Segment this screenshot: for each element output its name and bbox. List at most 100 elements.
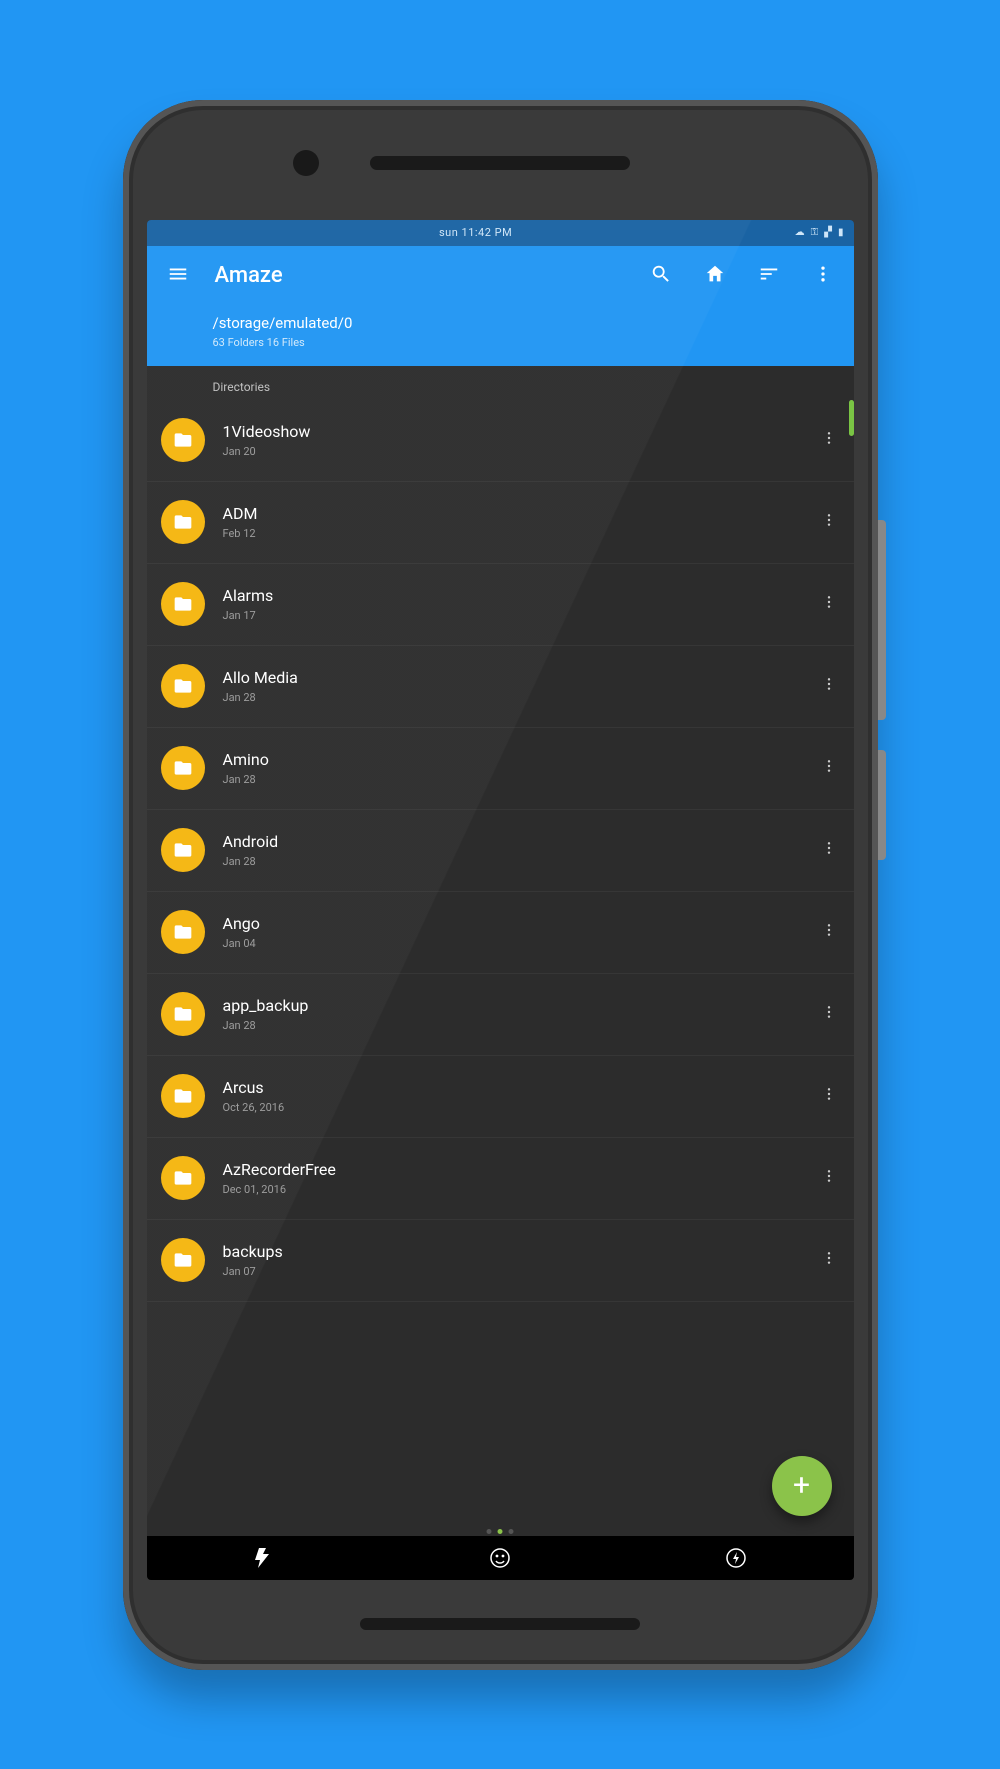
- item-overflow-button[interactable]: [814, 1086, 844, 1106]
- key-icon: ⚿: [811, 227, 819, 238]
- phone-side-button: [878, 750, 886, 860]
- list-item-meta: Ango Jan 04: [223, 914, 814, 950]
- more-vert-icon: [821, 1251, 837, 1270]
- folder-name: Allo Media: [223, 668, 814, 687]
- folder-name: Ango: [223, 914, 814, 933]
- more-vert-icon: [821, 513, 837, 532]
- folder-name: 1Videoshow: [223, 422, 814, 441]
- folder-icon: [161, 664, 205, 708]
- home-icon: [704, 263, 726, 289]
- folder-name: Amino: [223, 750, 814, 769]
- item-overflow-button[interactable]: [814, 1250, 844, 1270]
- folder-name: AzRecorderFree: [223, 1160, 814, 1179]
- folder-date: Jan 28: [223, 1019, 814, 1032]
- sort-icon: [758, 263, 780, 289]
- folder-date: Oct 26, 2016: [223, 1101, 814, 1114]
- list-item[interactable]: Android Jan 28: [147, 810, 854, 892]
- item-overflow-button[interactable]: [814, 1004, 844, 1024]
- folder-name: Alarms: [223, 586, 814, 605]
- phone-speaker-top: [370, 156, 630, 170]
- status-icons: ☁ ⚿ ▞ ▮: [795, 227, 844, 238]
- list-item-meta: app_backup Jan 28: [223, 996, 814, 1032]
- folder-icon: [161, 992, 205, 1036]
- folder-date: Jan 04: [223, 937, 814, 950]
- item-overflow-button[interactable]: [814, 676, 844, 696]
- menu-button[interactable]: [161, 259, 195, 293]
- folder-date: Jan 28: [223, 691, 814, 704]
- more-vert-icon: [821, 431, 837, 450]
- folder-icon: [161, 1074, 205, 1118]
- folder-icon: [161, 1156, 205, 1200]
- more-vert-icon: [813, 264, 833, 288]
- bottom-nav-flash[interactable]: [252, 1546, 276, 1570]
- folder-name: app_backup: [223, 996, 814, 1015]
- section-header-directories: Directories: [147, 366, 854, 400]
- folder-icon: [161, 1238, 205, 1282]
- bottom-nav-bolt[interactable]: [724, 1546, 748, 1570]
- item-overflow-button[interactable]: [814, 594, 844, 614]
- list-item[interactable]: Amino Jan 28: [147, 728, 854, 810]
- bottom-nav-face[interactable]: [488, 1546, 512, 1570]
- cloud-icon: ☁: [795, 227, 805, 238]
- list-item[interactable]: app_backup Jan 28: [147, 974, 854, 1056]
- list-item[interactable]: backups Jan 07: [147, 1220, 854, 1302]
- list-item[interactable]: AzRecorderFree Dec 01, 2016: [147, 1138, 854, 1220]
- list-item[interactable]: 1Videoshow Jan 20: [147, 400, 854, 482]
- folder-file-count: 63 Folders 16 Files: [213, 336, 840, 349]
- list-item[interactable]: ADM Feb 12: [147, 482, 854, 564]
- more-vert-icon: [821, 1005, 837, 1024]
- folder-icon: [161, 500, 205, 544]
- list-item[interactable]: Arcus Oct 26, 2016: [147, 1056, 854, 1138]
- item-overflow-button[interactable]: [814, 512, 844, 532]
- list-item-meta: backups Jan 07: [223, 1242, 814, 1278]
- hamburger-icon: [167, 263, 189, 289]
- item-overflow-button[interactable]: [814, 922, 844, 942]
- folder-icon: [161, 828, 205, 872]
- app-bar: Amaze: [147, 246, 854, 306]
- phone-frame: sun 11:42 PM ☁ ⚿ ▞ ▮ Amaze: [123, 100, 878, 1670]
- path-bar[interactable]: /storage/emulated/0 63 Folders 16 Files: [147, 306, 854, 366]
- folder-date: Jan 07: [223, 1265, 814, 1278]
- fab-add-button[interactable]: +: [772, 1456, 832, 1516]
- item-overflow-button[interactable]: [814, 1168, 844, 1188]
- more-vert-icon: [821, 595, 837, 614]
- list-item-meta: 1Videoshow Jan 20: [223, 422, 814, 458]
- list-item-meta: ADM Feb 12: [223, 504, 814, 540]
- folder-icon: [161, 418, 205, 462]
- folder-name: ADM: [223, 504, 814, 523]
- list-item[interactable]: Alarms Jan 17: [147, 564, 854, 646]
- folder-date: Jan 28: [223, 773, 814, 786]
- folder-date: Feb 12: [223, 527, 814, 540]
- folder-date: Dec 01, 2016: [223, 1183, 814, 1196]
- more-vert-icon: [821, 923, 837, 942]
- phone-camera: [293, 150, 319, 176]
- search-button[interactable]: [644, 259, 678, 293]
- item-overflow-button[interactable]: [814, 840, 844, 860]
- list-item[interactable]: Allo Media Jan 28: [147, 646, 854, 728]
- sort-button[interactable]: [752, 259, 786, 293]
- folder-icon: [161, 910, 205, 954]
- folder-name: Android: [223, 832, 814, 851]
- folder-date: Jan 20: [223, 445, 814, 458]
- folder-name: Arcus: [223, 1078, 814, 1097]
- folder-icon: [161, 582, 205, 626]
- directory-list[interactable]: 1Videoshow Jan 20 ADM Feb 12 Alarms Jan …: [147, 400, 854, 1536]
- status-time: sun 11:42 PM: [157, 226, 795, 239]
- page-indicator: [487, 1529, 514, 1534]
- folder-date: Jan 17: [223, 609, 814, 622]
- overflow-button[interactable]: [806, 259, 840, 293]
- battery-icon: ▮: [838, 227, 844, 238]
- list-item-meta: Allo Media Jan 28: [223, 668, 814, 704]
- phone-speaker-bottom: [360, 1618, 640, 1630]
- list-item-meta: AzRecorderFree Dec 01, 2016: [223, 1160, 814, 1196]
- more-vert-icon: [821, 1087, 837, 1106]
- item-overflow-button[interactable]: [814, 758, 844, 778]
- list-item[interactable]: Ango Jan 04: [147, 892, 854, 974]
- scroll-indicator[interactable]: [849, 400, 854, 436]
- current-path: /storage/emulated/0: [213, 314, 840, 332]
- search-icon: [650, 263, 672, 289]
- item-overflow-button[interactable]: [814, 430, 844, 450]
- phone-side-button: [878, 520, 886, 720]
- home-button[interactable]: [698, 259, 732, 293]
- android-status-bar: sun 11:42 PM ☁ ⚿ ▞ ▮: [147, 220, 854, 246]
